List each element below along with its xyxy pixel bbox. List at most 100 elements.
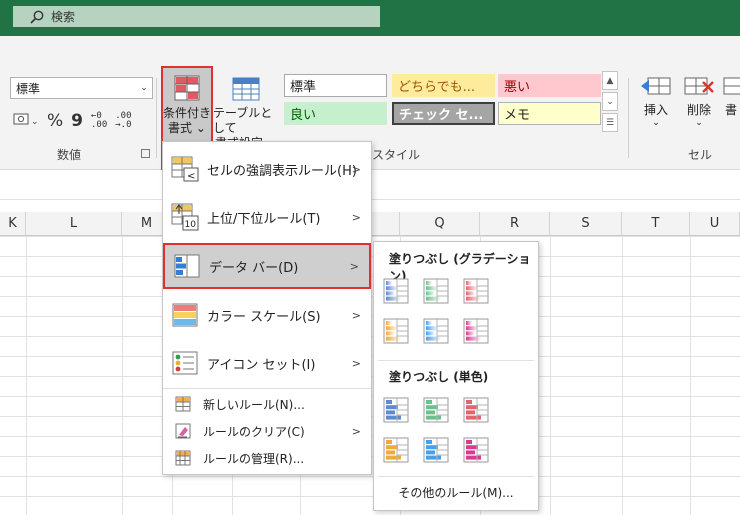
menu-item-highlight-rules[interactable]: < セルの強調表示ルール(H) > <box>163 146 371 192</box>
icon-sets-icon <box>163 350 207 376</box>
search-box[interactable]: 検索 <box>13 6 380 27</box>
dialog-launcher-icon[interactable] <box>141 149 150 158</box>
conditional-formatting-label-1: 条件付き <box>163 106 212 120</box>
chevron-right-icon: > <box>351 210 361 224</box>
gradient-blue-data-bar[interactable] <box>382 277 409 304</box>
format-cells-button[interactable]: 書 <box>720 74 740 118</box>
format-as-table-button[interactable]: テーブルとして 書式設定 ⌄ <box>213 72 279 151</box>
column-header-q[interactable]: Q <box>400 212 480 236</box>
menu-item-label: ルールのクリア(C) <box>203 424 305 439</box>
solid-orange-data-bar[interactable] <box>382 436 409 463</box>
menu-item-top-bottom-rules[interactable]: 10 上位/下位ルール(T) > <box>163 194 371 240</box>
decrease-decimal-icon[interactable]: .00 →.0 <box>115 112 131 130</box>
chevron-down-icon: ⌄ <box>695 118 703 128</box>
currency-format-icon[interactable]: ⌄ <box>13 110 39 132</box>
gradient-light-blue-data-bar[interactable] <box>422 317 449 344</box>
delete-cells-button[interactable]: 削除 ⌄ <box>683 74 715 128</box>
format-as-table-label-1: テーブルとして <box>213 106 273 135</box>
search-icon <box>29 9 51 25</box>
gradient-green-data-bar[interactable] <box>422 277 449 304</box>
insert-cells-button[interactable]: 挿入 ⌄ <box>640 74 672 128</box>
conditional-formatting-icon <box>173 74 201 106</box>
color-scales-icon <box>163 302 207 328</box>
grid-column-line <box>122 236 123 515</box>
menu-item-manage-rules[interactable]: ルールの管理(R)... <box>163 445 371 471</box>
gallery-scroll: ▲ ⌄ ☰ <box>602 71 618 134</box>
style-normal[interactable]: 標準 <box>284 74 387 97</box>
chevron-right-icon: > <box>351 162 361 176</box>
comma-style-icon[interactable]: 9 <box>71 111 83 131</box>
menu-item-new-rule[interactable]: 新しいルール(N)... <box>163 391 371 417</box>
solid-fill-heading: 塗りつぶし (単色) <box>389 370 489 384</box>
chevron-down-icon: ⌄ <box>652 118 660 128</box>
conditional-formatting-menu: < セルの強調表示ルール(H) > 10 上位/下位ルール(T) > データ バ… <box>162 141 372 475</box>
increase-decimal-icon[interactable]: ←0.00 <box>91 112 107 130</box>
grid-column-line <box>690 236 691 515</box>
submenu-divider <box>378 360 534 361</box>
gallery-up-icon[interactable]: ▲ <box>602 71 618 90</box>
excel-window: 検索 標準 ⌄ ⌄ % 9 ←0.00 .00→.0 数値 条件付き 書式 ⌄ <box>0 0 740 515</box>
new-rule-icon <box>163 396 203 412</box>
percent-style-icon[interactable]: % <box>47 111 63 131</box>
column-header-s[interactable]: S <box>550 212 622 236</box>
grid-column-line <box>622 236 623 515</box>
menu-item-label: 新しいルール(N)... <box>203 397 305 412</box>
more-rules-link[interactable]: その他のルール(M)... <box>374 484 538 501</box>
number-group-label: 数値 <box>57 148 82 162</box>
style-neutral[interactable]: どちらでも... <box>392 74 495 97</box>
group-divider <box>628 78 629 158</box>
style-check-cell[interactable]: チェック セ... <box>392 102 495 125</box>
style-good[interactable]: 良い <box>284 102 387 125</box>
number-format-dropdown[interactable]: 標準 ⌄ <box>10 77 153 99</box>
gradient-purple-data-bar[interactable] <box>462 317 489 344</box>
clear-rules-icon <box>163 423 203 439</box>
svg-text:<: < <box>187 171 195 182</box>
solid-blue-data-bar[interactable] <box>382 396 409 423</box>
column-header-l[interactable]: L <box>26 212 122 236</box>
top-bottom-rules-icon: 10 <box>163 202 207 232</box>
search-label: 検索 <box>51 10 76 24</box>
solid-green-data-bar[interactable] <box>422 396 449 423</box>
svg-text:10: 10 <box>185 220 197 230</box>
chevron-right-icon: > <box>349 259 359 273</box>
solid-red-data-bar[interactable] <box>462 396 489 423</box>
number-format-buttons: ⌄ % 9 ←0.00 .00 →.0 <box>13 110 132 132</box>
conditional-formatting-label-2: 書式 ⌄ <box>168 121 206 135</box>
gallery-more-icon[interactable]: ☰ <box>602 113 618 132</box>
data-bars-icon <box>165 253 209 279</box>
menu-item-clear-rules[interactable]: ルールのクリア(C) > <box>163 418 371 444</box>
cells-group-label: セル <box>688 148 713 162</box>
menu-item-color-scales[interactable]: カラー スケール(S) > <box>163 292 371 338</box>
column-header-k[interactable]: K <box>0 212 26 236</box>
column-header-u[interactable]: U <box>690 212 740 236</box>
style-note[interactable]: メモ <box>498 102 601 125</box>
menu-item-data-bars[interactable]: データ バー(D) > <box>163 243 371 289</box>
menu-item-icon-sets[interactable]: アイコン セット(I) > <box>163 340 371 386</box>
menu-item-label: セルの強調表示ルール(H) <box>207 163 357 179</box>
grid-column-line <box>550 236 551 515</box>
gallery-down-icon[interactable]: ⌄ <box>602 92 618 111</box>
styles-group-label: スタイル <box>372 148 421 162</box>
gradient-red-data-bar[interactable] <box>462 277 489 304</box>
chevron-right-icon: > <box>351 424 361 438</box>
delete-label: 削除 <box>686 103 711 117</box>
menu-item-label: アイコン セット(I) <box>207 357 316 373</box>
format-label: 書 <box>724 103 737 117</box>
chevron-down-icon: ⌄ <box>140 83 148 93</box>
number-format-value: 標準 <box>16 81 41 96</box>
insert-cells-icon <box>640 74 672 101</box>
cell-styles-gallery: 標準 どちらでも... 悪い 良い チェック セ... メモ <box>282 72 602 134</box>
grid-column-line <box>26 236 27 515</box>
column-header-r[interactable]: R <box>480 212 550 236</box>
group-divider <box>156 78 157 158</box>
title-bar: 検索 <box>0 0 740 36</box>
solid-light-blue-data-bar[interactable] <box>422 436 449 463</box>
chevron-right-icon: > <box>351 308 361 322</box>
solid-purple-data-bar[interactable] <box>462 436 489 463</box>
column-header-t[interactable]: T <box>622 212 690 236</box>
menu-item-label: カラー スケール(S) <box>207 309 321 325</box>
style-bad[interactable]: 悪い <box>498 74 601 97</box>
submenu-divider <box>378 476 534 477</box>
gradient-orange-data-bar[interactable] <box>382 317 409 344</box>
menu-item-label: ルールの管理(R)... <box>203 451 305 466</box>
